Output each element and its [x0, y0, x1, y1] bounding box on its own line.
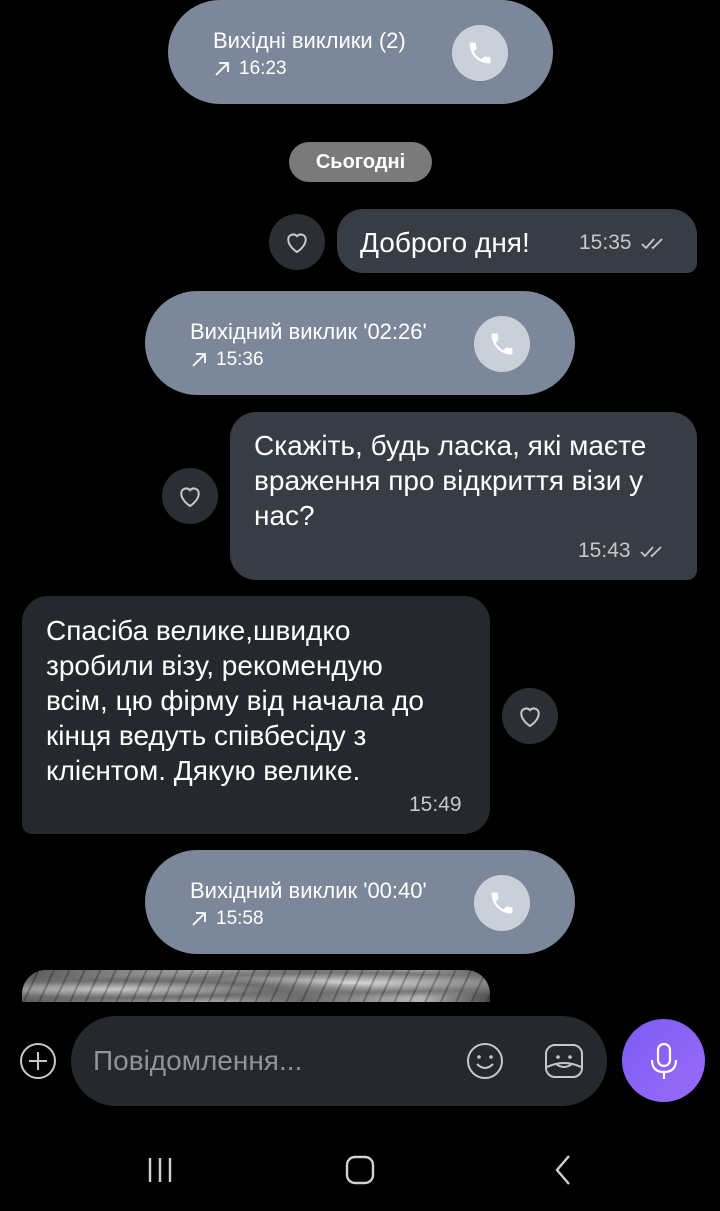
smiley-icon[interactable] — [465, 1041, 505, 1081]
message-time: 15:49 — [409, 793, 462, 816]
date-separator: Сьогодні — [289, 142, 432, 182]
call-time: 15:36 — [216, 349, 264, 370]
message-input[interactable] — [93, 1040, 453, 1082]
reaction-button[interactable] — [502, 688, 558, 744]
call-meta: 15:36 — [190, 349, 264, 371]
message-time: 15:43 — [578, 539, 631, 562]
call-back-button[interactable] — [474, 875, 530, 931]
message-bubble-incoming[interactable]: Спасіба велике,швидко зробили візу, реко… — [22, 596, 490, 834]
message-composer — [71, 1016, 607, 1106]
heart-icon — [287, 233, 307, 254]
phone-icon — [469, 42, 491, 64]
call-log-item[interactable]: Вихідний виклик '00:40' 15:58 — [145, 850, 575, 954]
message-time: 15:35 — [579, 231, 632, 254]
message-meta: 15:35 — [579, 231, 670, 255]
call-title: Вихідний виклик '02:26' — [190, 319, 427, 344]
arrow-up-right-icon — [215, 62, 229, 76]
plus-circle-icon[interactable] — [18, 1041, 58, 1081]
call-time: 15:58 — [216, 908, 264, 929]
nav-back-button[interactable] — [543, 1152, 583, 1188]
call-title: Вихідні виклики (2) — [213, 28, 406, 53]
nav-recents-button[interactable] — [140, 1152, 180, 1188]
double-check-icon — [640, 238, 663, 250]
reaction-button[interactable] — [162, 468, 218, 524]
call-meta: 16:23 — [213, 58, 287, 80]
voice-message-button[interactable] — [622, 1019, 705, 1102]
call-back-button[interactable] — [452, 25, 508, 81]
call-back-button[interactable] — [474, 316, 530, 372]
chat-screen: Вихідні виклики (2) 16:23 Сьогодні Добро… — [0, 0, 720, 1211]
call-meta: 15:58 — [190, 908, 264, 930]
heart-icon — [520, 707, 540, 728]
message-text: Доброго дня! — [360, 227, 530, 258]
message-meta: 15:43 — [578, 539, 669, 563]
heart-icon — [180, 487, 200, 508]
system-navigation-bar — [0, 1130, 720, 1211]
arrow-up-right-icon — [192, 912, 206, 926]
call-time: 16:23 — [239, 58, 287, 79]
double-check-icon — [639, 546, 662, 558]
message-bubble-outgoing[interactable]: Доброго дня! 15:35 — [337, 209, 697, 273]
microphone-icon — [650, 1042, 677, 1079]
recents-icon — [148, 1158, 172, 1182]
sticker-icon[interactable] — [543, 1041, 585, 1081]
nav-home-button[interactable] — [340, 1152, 380, 1188]
message-meta: 15:49 — [409, 793, 462, 817]
call-log-item[interactable]: Вихідні виклики (2) 16:23 — [168, 0, 553, 104]
call-log-item[interactable]: Вихідний виклик '02:26' 15:36 — [145, 291, 575, 395]
home-icon — [345, 1155, 375, 1185]
call-title: Вихідний виклик '00:40' — [190, 878, 427, 903]
message-bubble-outgoing[interactable]: Скажіть, будь ласка, які маєте враження … — [230, 412, 697, 580]
arrow-up-right-icon — [192, 353, 206, 367]
image-message-preview[interactable] — [22, 970, 490, 1002]
message-text: Скажіть, будь ласка, які маєте враження … — [254, 430, 647, 531]
message-text: Спасіба велике,швидко зробили візу, реко… — [46, 615, 424, 786]
back-icon — [555, 1155, 570, 1185]
phone-icon — [491, 333, 513, 355]
reaction-button[interactable] — [269, 214, 325, 270]
phone-icon — [491, 892, 513, 914]
